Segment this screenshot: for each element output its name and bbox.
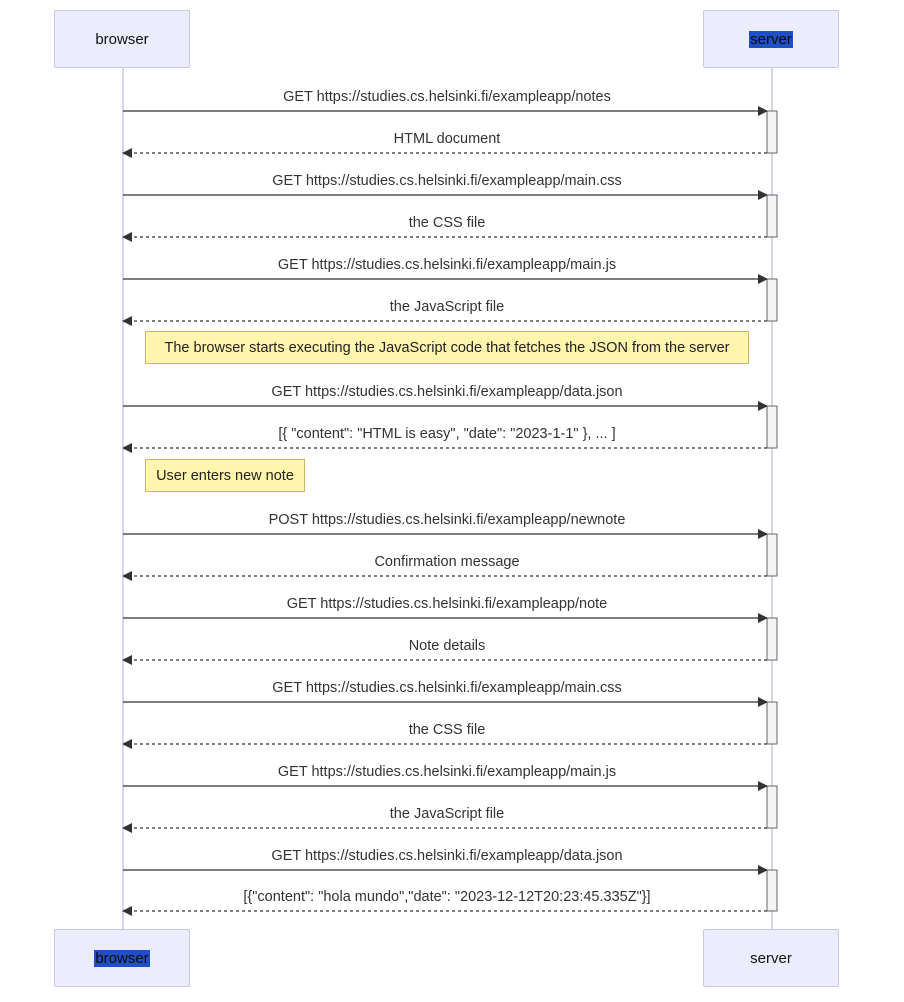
message-label: [{ "content": "HTML is easy", "date": "2… <box>278 426 615 442</box>
message-label: HTML document <box>394 131 501 147</box>
message-label: GET https://studies.cs.helsinki.fi/examp… <box>278 764 616 780</box>
activation-bar <box>766 785 778 829</box>
message-label: GET https://studies.cs.helsinki.fi/examp… <box>278 257 616 273</box>
activation-bar <box>766 533 778 577</box>
activation-bar <box>766 405 778 449</box>
activation-bar <box>766 194 778 238</box>
activation-bar <box>766 110 778 154</box>
activation-bar <box>766 278 778 322</box>
activation-bar <box>766 701 778 745</box>
message-label: the JavaScript file <box>390 806 504 822</box>
message-label: POST https://studies.cs.helsinki.fi/exam… <box>269 512 626 528</box>
message-label: GET https://studies.cs.helsinki.fi/examp… <box>271 848 622 864</box>
activation-bar <box>766 617 778 661</box>
message-label: [{"content": "hola mundo","date": "2023-… <box>243 889 650 905</box>
message-label: GET https://studies.cs.helsinki.fi/examp… <box>271 384 622 400</box>
message-label: GET https://studies.cs.helsinki.fi/examp… <box>272 173 622 189</box>
sequence-diagram: GET https://studies.cs.helsinki.fi/examp… <box>122 68 778 929</box>
message-label: the CSS file <box>409 722 486 738</box>
activation-bar <box>766 869 778 912</box>
message-label: GET https://studies.cs.helsinki.fi/examp… <box>287 596 608 612</box>
message-label: the JavaScript file <box>390 299 504 315</box>
message-label: GET https://studies.cs.helsinki.fi/examp… <box>283 89 611 105</box>
message-label: GET https://studies.cs.helsinki.fi/examp… <box>272 680 622 696</box>
message-label: the CSS file <box>409 215 486 231</box>
message-label: Note details <box>409 638 486 654</box>
message-label: Confirmation message <box>374 554 519 570</box>
